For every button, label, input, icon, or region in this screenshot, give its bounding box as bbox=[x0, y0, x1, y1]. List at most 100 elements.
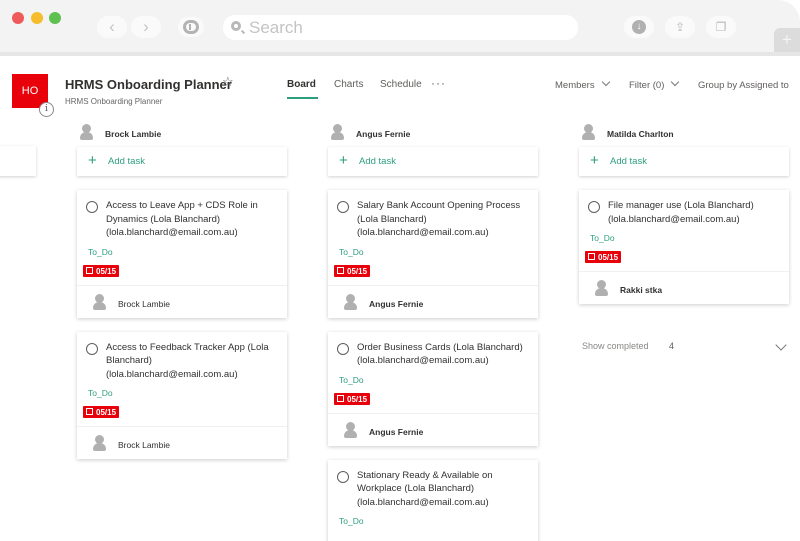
sidebar-icon bbox=[183, 20, 199, 34]
members-label: Members bbox=[555, 80, 595, 91]
active-tab-indicator bbox=[287, 97, 318, 99]
group-by-label: Group by Assigned to bbox=[698, 80, 789, 91]
column-header: Brock Lambie bbox=[77, 120, 287, 146]
search-placeholder: Search bbox=[249, 18, 303, 37]
avatar-icon bbox=[93, 435, 106, 451]
avatar-icon bbox=[344, 421, 357, 438]
sidebar-toggle-button[interactable] bbox=[178, 17, 204, 37]
task-card[interactable]: Salary Bank Account Opening Process (Lol… bbox=[328, 190, 538, 318]
chevron-down-icon bbox=[601, 77, 610, 87]
complete-task-checkbox[interactable] bbox=[86, 342, 98, 355]
due-date-badge: 05/15 bbox=[83, 264, 120, 277]
complete-task-checkbox[interactable] bbox=[588, 201, 600, 213]
tabs-overview-button[interactable]: ❐ bbox=[706, 16, 736, 38]
due-date-badge: 05/15 bbox=[585, 251, 622, 263]
bucket-label: To_Do bbox=[339, 516, 364, 526]
board-column: Brock Lambie + Add task Access to Leave … bbox=[77, 120, 287, 459]
column-header: Matilda Charlton bbox=[579, 120, 789, 146]
bucket-label: To_Do bbox=[88, 388, 113, 398]
info-icon[interactable]: i bbox=[39, 102, 54, 117]
add-task-button[interactable]: + Add task bbox=[77, 147, 287, 176]
bucket-label: To_Do bbox=[339, 246, 364, 257]
show-completed-toggle[interactable]: Show completed bbox=[582, 341, 649, 351]
add-task-label: Add task bbox=[359, 156, 396, 167]
minimize-window-button[interactable] bbox=[31, 12, 43, 24]
new-tab-button[interactable]: + bbox=[774, 28, 800, 52]
task-card[interactable]: Access to Feedback Tracker App (Lola Bla… bbox=[77, 331, 287, 459]
task-title: Order Business Cards (Lola Blanchard) (l… bbox=[357, 341, 523, 367]
chevron-down-icon bbox=[671, 77, 680, 87]
complete-task-checkbox[interactable] bbox=[337, 342, 349, 355]
completed-count: 4 bbox=[669, 341, 675, 351]
calendar-icon bbox=[86, 408, 93, 415]
task-card[interactable]: Order Business Cards (Lola Blanchard) (l… bbox=[328, 331, 538, 446]
due-date: 05/15 bbox=[96, 408, 117, 417]
search-icon bbox=[231, 21, 241, 31]
download-icon: ↓ bbox=[632, 20, 646, 34]
add-task-button[interactable]: + Add task bbox=[579, 147, 789, 176]
due-date: 05/15 bbox=[598, 253, 619, 262]
task-title: File manager use (Lola Blanchard) (lola.… bbox=[608, 200, 754, 225]
calendar-icon bbox=[86, 266, 93, 274]
close-window-button[interactable] bbox=[12, 12, 24, 24]
filter-dropdown[interactable]: Filter (0) bbox=[629, 77, 680, 91]
card-footer: Angus Fernie bbox=[328, 284, 538, 318]
maximize-window-button[interactable] bbox=[49, 12, 61, 24]
tabs-icon: ❐ bbox=[715, 20, 727, 34]
bucket-label: To_Do bbox=[88, 246, 113, 257]
board-column: Matilda Charlton + Add task File manager… bbox=[579, 120, 789, 304]
plus-icon: + bbox=[339, 152, 348, 169]
plan-title: HRMS Onboarding Planner bbox=[65, 77, 232, 92]
due-date: 05/15 bbox=[96, 266, 117, 276]
tab-schedule[interactable]: Schedule bbox=[380, 79, 422, 90]
plus-icon: + bbox=[782, 30, 792, 49]
card-footer: Rakki stka bbox=[579, 271, 789, 304]
plus-icon: + bbox=[88, 152, 97, 169]
card-footer: Brock Lambie bbox=[77, 426, 287, 459]
add-task-label: Add task bbox=[610, 156, 647, 167]
task-title: Access to Feedback Tracker App (Lola Bla… bbox=[106, 341, 269, 380]
assignee-name: Rakki stka bbox=[620, 285, 663, 295]
members-dropdown[interactable]: Members bbox=[555, 77, 610, 91]
browser-toolbar: ‹ › Search ↓ ⇪ ❐ + bbox=[0, 0, 800, 56]
column-name: Matilda Charlton bbox=[607, 129, 674, 139]
task-card[interactable]: File manager use (Lola Blanchard) (lola.… bbox=[579, 190, 789, 304]
forward-button[interactable]: › bbox=[131, 16, 161, 38]
task-card[interactable]: Stationary Ready & Available on Workplac… bbox=[328, 459, 538, 541]
share-button[interactable]: ⇪ bbox=[665, 16, 695, 38]
avatar-icon bbox=[582, 124, 595, 140]
favorite-star-icon[interactable]: ☆ bbox=[222, 74, 234, 90]
assignee-name: Angus Fernie bbox=[369, 426, 424, 437]
task-card[interactable]: Access to Leave App + CDS Role in Dynami… bbox=[77, 190, 287, 318]
calendar-icon bbox=[337, 266, 344, 274]
plan-subtitle: HRMS Onboarding Planner bbox=[65, 97, 163, 106]
avatar-icon bbox=[344, 293, 357, 310]
column-header: Angus Fernie bbox=[328, 120, 538, 146]
complete-task-checkbox[interactable] bbox=[86, 201, 98, 213]
task-title: Salary Bank Account Opening Process (Lol… bbox=[357, 200, 521, 238]
tab-board[interactable]: Board bbox=[287, 79, 316, 90]
filter-label: Filter (0) bbox=[629, 80, 665, 91]
search-input[interactable]: Search bbox=[223, 15, 578, 40]
partial-add-task-card[interactable] bbox=[0, 146, 36, 176]
group-by-dropdown[interactable]: Group by Assigned to bbox=[698, 80, 789, 91]
column-name: Angus Fernie bbox=[356, 129, 411, 139]
tab-charts[interactable]: Charts bbox=[334, 79, 363, 90]
back-button[interactable]: ‹ bbox=[97, 16, 127, 38]
complete-task-checkbox[interactable] bbox=[337, 470, 349, 483]
share-icon: ⇪ bbox=[674, 20, 686, 34]
plus-icon: + bbox=[590, 152, 599, 169]
chevron-down-icon[interactable] bbox=[775, 339, 787, 351]
bucket-label: To_Do bbox=[339, 374, 364, 385]
avatar-icon bbox=[331, 124, 344, 140]
due-date-badge: 05/15 bbox=[334, 264, 371, 277]
calendar-icon bbox=[588, 253, 595, 260]
add-task-button[interactable]: + Add task bbox=[328, 147, 538, 176]
plan-initials: HO bbox=[21, 85, 39, 97]
due-date-badge: 05/15 bbox=[334, 392, 371, 405]
column-name: Brock Lambie bbox=[105, 129, 162, 139]
more-options-button[interactable]: ··· bbox=[431, 76, 446, 90]
complete-task-checkbox[interactable] bbox=[337, 201, 349, 213]
assignee-name: Angus Fernie bbox=[369, 298, 424, 309]
download-button[interactable]: ↓ bbox=[624, 16, 654, 38]
